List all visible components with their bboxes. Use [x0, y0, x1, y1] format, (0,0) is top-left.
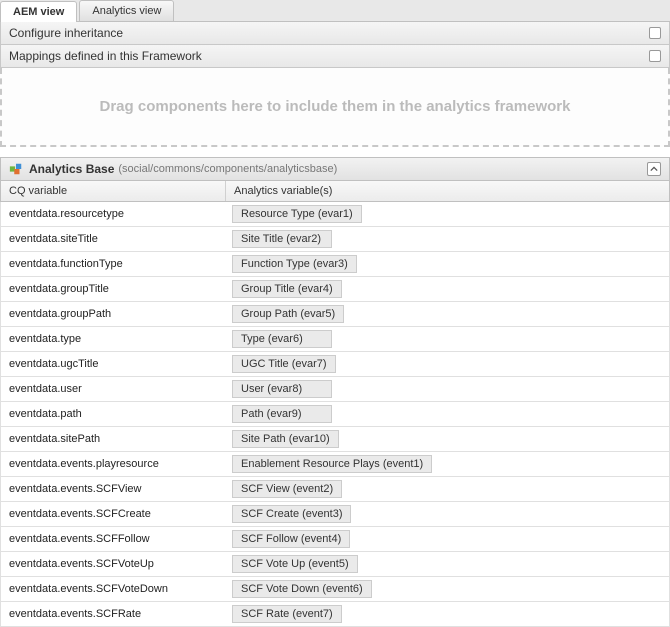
analytics-variable-tag[interactable]: SCF Rate (event7) — [232, 605, 342, 623]
table-headers: CQ variable Analytics variable(s) — [0, 181, 670, 202]
checkbox-icon[interactable] — [649, 27, 661, 39]
cq-variable-cell[interactable]: eventdata.events.SCFFollow — [1, 529, 226, 549]
analytics-variable-tag[interactable]: SCF Vote Down (event6) — [232, 580, 372, 598]
cq-variable-cell[interactable]: eventdata.user — [1, 379, 226, 399]
analytics-variable-cell[interactable]: SCF Follow (event4) — [226, 527, 669, 551]
column-header-cq-variable[interactable]: CQ variable — [1, 181, 226, 201]
cq-variable-cell[interactable]: eventdata.resourcetype — [1, 204, 226, 224]
analytics-variable-cell[interactable]: Site Title (evar2) — [226, 227, 669, 251]
panel-path: (social/commons/components/analyticsbase… — [118, 163, 337, 175]
analytics-variable-cell[interactable]: SCF Rate (event7) — [226, 602, 669, 626]
tab-analytics-view[interactable]: Analytics view — [79, 0, 174, 21]
analytics-variable-cell[interactable]: SCF Create (event3) — [226, 502, 669, 526]
table-row: eventdata.events.playresource Enablement … — [0, 452, 670, 477]
accordion-label: Configure inheritance — [9, 26, 123, 40]
analytics-variable-cell[interactable]: Enablement Resource Plays (event1) — [226, 452, 669, 476]
cq-variable-cell[interactable]: eventdata.events.SCFCreate — [1, 504, 226, 524]
analytics-variable-cell[interactable]: UGC Title (evar7) — [226, 352, 669, 376]
accordion-configure-inheritance[interactable]: Configure inheritance — [0, 22, 670, 45]
analytics-variable-cell[interactable]: SCF View (event2) — [226, 477, 669, 501]
analytics-variable-cell[interactable]: User (evar8) — [226, 377, 669, 401]
analytics-variable-tag[interactable]: User (evar8) — [232, 380, 332, 398]
analytics-variable-cell[interactable]: Type (evar6) — [226, 327, 669, 351]
table-row: eventdata.user User (evar8) — [0, 377, 670, 402]
analytics-variable-cell[interactable]: Resource Type (evar1) — [226, 202, 669, 226]
table-row: eventdata.events.SCFView SCF View (event2… — [0, 477, 670, 502]
analytics-variable-tag[interactable]: Site Title (evar2) — [232, 230, 332, 248]
cq-variable-cell[interactable]: eventdata.type — [1, 329, 226, 349]
collapse-button[interactable] — [647, 162, 661, 176]
cq-variable-cell[interactable]: eventdata.path — [1, 404, 226, 424]
drop-zone[interactable]: Drag components here to include them in … — [0, 68, 670, 147]
cq-variable-cell[interactable]: eventdata.events.SCFVoteDown — [1, 579, 226, 599]
table-row: eventdata.groupTitle Group Title (evar4) — [0, 277, 670, 302]
table-row: eventdata.events.SCFVoteDown SCF Vote Dow… — [0, 577, 670, 602]
analytics-variable-tag[interactable]: Group Title (evar4) — [232, 280, 342, 298]
tab-bar: AEM view Analytics view — [0, 0, 670, 22]
cq-variable-cell[interactable]: eventdata.siteTitle — [1, 229, 226, 249]
cq-variable-cell[interactable]: eventdata.functionType — [1, 254, 226, 274]
analytics-variable-tag[interactable]: Enablement Resource Plays (event1) — [232, 455, 432, 473]
tab-aem-view[interactable]: AEM view — [0, 1, 77, 22]
analytics-variable-tag[interactable]: SCF Follow (event4) — [232, 530, 350, 548]
cq-variable-cell[interactable]: eventdata.ugcTitle — [1, 354, 226, 374]
analytics-variable-cell[interactable]: Function Type (evar3) — [226, 252, 669, 276]
analytics-variable-cell[interactable]: Group Title (evar4) — [226, 277, 669, 301]
analytics-variable-tag[interactable]: Site Path (evar10) — [232, 430, 339, 448]
cq-variable-cell[interactable]: eventdata.groupTitle — [1, 279, 226, 299]
drop-zone-text: Drag components here to include them in … — [100, 98, 571, 115]
table-row: eventdata.resourcetype Resource Type (eva… — [0, 202, 670, 227]
cq-variable-cell[interactable]: eventdata.sitePath — [1, 429, 226, 449]
component-icon — [9, 162, 23, 176]
analytics-variable-tag[interactable]: Function Type (evar3) — [232, 255, 357, 273]
column-header-analytics-variable[interactable]: Analytics variable(s) — [226, 181, 669, 201]
analytics-variable-cell[interactable]: Site Path (evar10) — [226, 427, 669, 451]
panel-header-analytics-base[interactable]: Analytics Base (social/commons/component… — [0, 157, 670, 181]
analytics-variable-tag[interactable]: Type (evar6) — [232, 330, 332, 348]
cq-variable-cell[interactable]: eventdata.events.SCFVoteUp — [1, 554, 226, 574]
analytics-variable-cell[interactable]: SCF Vote Down (event6) — [226, 577, 669, 601]
analytics-variable-cell[interactable]: SCF Vote Up (event5) — [226, 552, 669, 576]
mapping-table-body: eventdata.resourcetype Resource Type (eva… — [0, 202, 670, 627]
checkbox-icon[interactable] — [649, 50, 661, 62]
cq-variable-cell[interactable]: eventdata.events.SCFRate — [1, 604, 226, 624]
table-row: eventdata.functionType Function Type (eva… — [0, 252, 670, 277]
accordion-mappings-defined[interactable]: Mappings defined in this Framework — [0, 45, 670, 68]
analytics-variable-tag[interactable]: Path (evar9) — [232, 405, 332, 423]
analytics-variable-tag[interactable]: SCF Vote Up (event5) — [232, 555, 358, 573]
analytics-variable-tag[interactable]: Group Path (evar5) — [232, 305, 344, 323]
analytics-variable-cell[interactable]: Path (evar9) — [226, 402, 669, 426]
table-row: eventdata.ugcTitle UGC Title (evar7) — [0, 352, 670, 377]
table-row: eventdata.type Type (evar6) — [0, 327, 670, 352]
analytics-variable-tag[interactable]: Resource Type (evar1) — [232, 205, 362, 223]
table-row: eventdata.events.SCFFollow SCF Follow (ev… — [0, 527, 670, 552]
panel-title: Analytics Base — [29, 162, 114, 176]
chevron-up-icon — [650, 165, 658, 173]
table-row: eventdata.path Path (evar9) — [0, 402, 670, 427]
table-row: eventdata.sitePath Site Path (evar10) — [0, 427, 670, 452]
table-row: eventdata.events.SCFRate SCF Rate (event7… — [0, 602, 670, 627]
table-row: eventdata.events.SCFCreate SCF Create (ev… — [0, 502, 670, 527]
cq-variable-cell[interactable]: eventdata.groupPath — [1, 304, 226, 324]
accordion-label: Mappings defined in this Framework — [9, 49, 202, 63]
analytics-variable-cell[interactable]: Group Path (evar5) — [226, 302, 669, 326]
analytics-variable-tag[interactable]: SCF View (event2) — [232, 480, 342, 498]
cq-variable-cell[interactable]: eventdata.events.SCFView — [1, 479, 226, 499]
analytics-variable-tag[interactable]: UGC Title (evar7) — [232, 355, 336, 373]
table-row: eventdata.events.SCFVoteUp SCF Vote Up (e… — [0, 552, 670, 577]
cq-variable-cell[interactable]: eventdata.events.playresource — [1, 454, 226, 474]
analytics-variable-tag[interactable]: SCF Create (event3) — [232, 505, 351, 523]
table-row: eventdata.groupPath Group Path (evar5) — [0, 302, 670, 327]
table-row: eventdata.siteTitle Site Title (evar2) — [0, 227, 670, 252]
